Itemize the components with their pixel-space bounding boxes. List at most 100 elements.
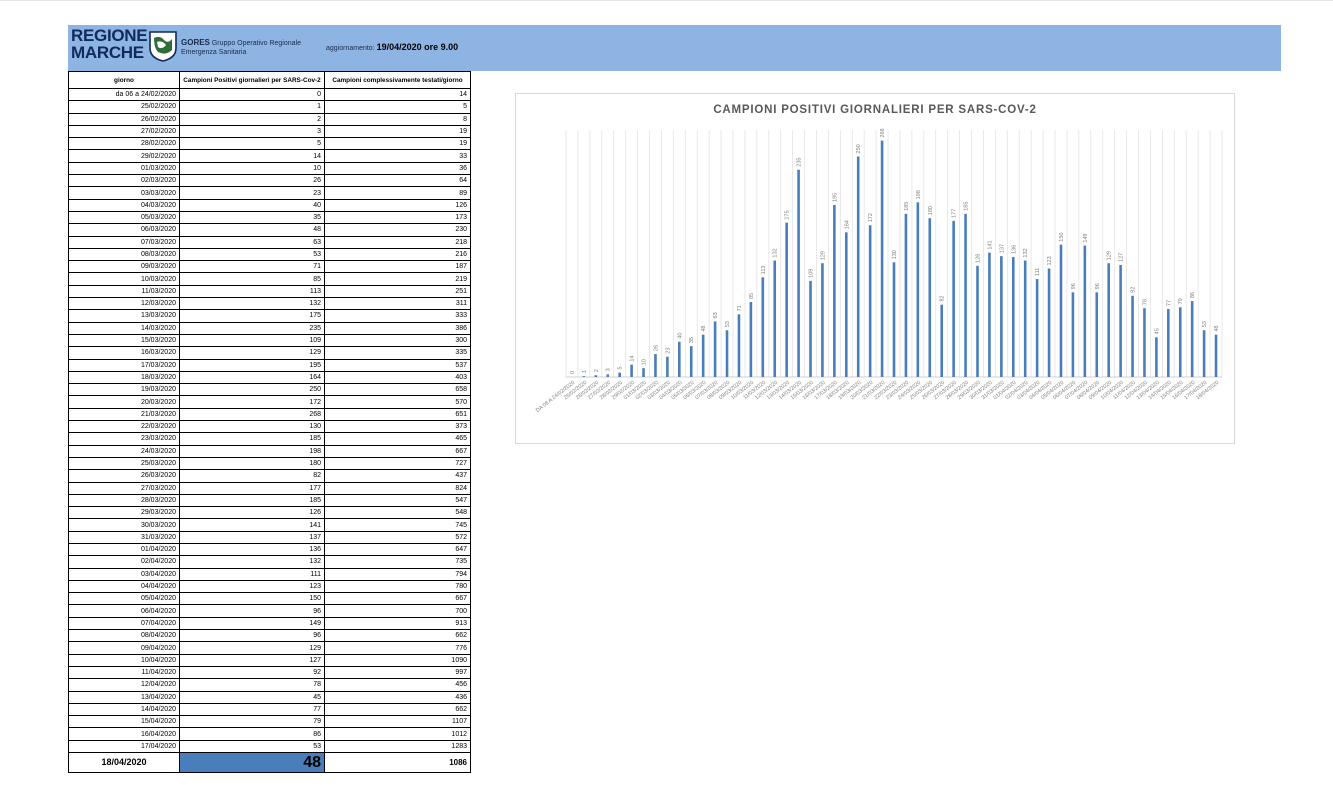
cell-giorno: 03/04/2020 [68, 567, 180, 581]
cell-giorno: 05/04/2020 [68, 592, 180, 606]
table-row: 23/03/2020 185 465 [68, 432, 471, 446]
chart-bar [1035, 279, 1039, 377]
cell-giorno: 16/04/2020 [68, 727, 180, 741]
table-row: 16/04/2020 86 1012 [68, 727, 471, 741]
chart-bar [1190, 301, 1194, 377]
data-label: 40 [677, 333, 683, 339]
chart-bar [797, 169, 800, 377]
cell-giorno: 22/03/2020 [68, 420, 180, 434]
cell-positivi: 172 [179, 395, 325, 409]
cell-testati: 386 [324, 321, 471, 335]
chart-bar [785, 222, 788, 377]
table-row: 04/03/2020 40 126 [68, 198, 471, 212]
data-label: 92 [1131, 287, 1137, 293]
chart-bar [1059, 244, 1063, 377]
chart-bar [809, 280, 812, 377]
cell-giorno: 14/03/2020 [68, 321, 180, 335]
data-label: 5 [618, 367, 624, 370]
table-row: 11/04/2020 92 997 [68, 665, 471, 680]
cell-testati: 8 [324, 112, 471, 126]
cell-giorno: 27/03/2020 [68, 481, 180, 495]
data-label: 195 [832, 193, 838, 202]
data-table: giorno Campioni Positivi giornalieri per… [68, 71, 471, 774]
table-row: 16/03/2020 129 335 [68, 346, 471, 360]
top-divider [0, 0, 1333, 1]
cell-giorno: 30/03/2020 [68, 518, 180, 532]
table-row: 06/04/2020 96 700 [68, 604, 471, 618]
cell-giorno: 15/03/2020 [68, 333, 180, 348]
cell-positivi: 3 [179, 124, 325, 139]
cell-giorno: 08/04/2020 [68, 629, 180, 643]
data-label: 3 [606, 368, 612, 371]
cell-positivi: 77 [179, 702, 325, 717]
table-row: 01/04/2020 136 647 [68, 542, 471, 557]
data-label: 132 [1023, 248, 1029, 257]
chart-bar [1083, 245, 1087, 377]
table-row: 08/03/2020 53 216 [68, 247, 471, 262]
cell-positivi: 92 [179, 665, 325, 680]
cell-testati: 89 [324, 186, 471, 200]
table-row: da 06 a 24/02/2020 0 14 [68, 87, 471, 102]
cell-giorno: 17/03/2020 [68, 358, 180, 372]
cell-giorno: 04/04/2020 [68, 579, 180, 594]
cell-giorno: 02/03/2020 [68, 174, 180, 188]
cell-giorno: 06/03/2020 [68, 223, 180, 237]
table-row: 12/04/2020 78 456 [68, 678, 471, 692]
cell-giorno: 13/03/2020 [68, 309, 180, 323]
data-label: 250 [856, 144, 862, 153]
cell-testati: 735 [324, 555, 471, 569]
cell-testati: 216 [324, 247, 471, 262]
data-label: 177 [952, 209, 958, 218]
cell-testati: 745 [324, 518, 471, 532]
data-label: 1 [582, 370, 588, 373]
data-label: 63 [713, 312, 719, 318]
chart-bar [1131, 295, 1134, 377]
cell-testati: 456 [324, 678, 471, 692]
gores-acronym: GORES [181, 38, 210, 47]
cell-giorno: 29/03/2020 [68, 506, 180, 520]
cell-positivi: 149 [179, 616, 325, 631]
cell-positivi: 23 [179, 186, 325, 200]
data-label: 2 [594, 369, 600, 372]
data-label: 85 [749, 293, 755, 299]
cell-positivi: 96 [179, 604, 325, 618]
cell-positivi: 195 [179, 358, 325, 372]
table-row: 10/03/2020 85 219 [68, 272, 471, 286]
cell-positivi: 123 [179, 579, 325, 594]
logo-line-1: REGIONE [71, 26, 148, 45]
data-label: 175 [785, 210, 791, 219]
cell-positivi: 130 [179, 420, 325, 434]
chart-bar [964, 213, 967, 377]
cell-testati: 667 [324, 444, 471, 458]
data-label: 137 [999, 244, 1005, 253]
cell-giorno: 25/02/2020 [68, 100, 180, 114]
data-label: 235 [797, 158, 803, 167]
data-label: 96 [1071, 283, 1077, 289]
cell-testati: 187 [324, 260, 471, 274]
table-row: 27/02/2020 3 19 [68, 124, 471, 139]
cell-giorno: 16/03/2020 [68, 346, 180, 360]
cell-testati: 230 [324, 223, 471, 237]
data-label: 53 [1202, 321, 1208, 327]
cell-testati: 647 [324, 542, 471, 557]
cell-positivi: 164 [179, 370, 325, 385]
table-row: 10/04/2020 127 1090 [68, 653, 471, 667]
cell-giorno: 07/04/2020 [68, 616, 180, 631]
cell-testati: 300 [324, 333, 471, 348]
cell-testati: 33 [324, 149, 471, 163]
cell-testati: 913 [324, 616, 471, 631]
cell-testati: 219 [324, 272, 471, 286]
chart-bar [952, 220, 955, 377]
cell-positivi: 79 [179, 715, 325, 729]
chart-bar [642, 368, 645, 377]
cell-testati: 403 [324, 370, 471, 385]
cell-testati: 19 [324, 124, 471, 139]
table-row: 15/04/2020 79 1107 [68, 715, 471, 729]
cell-positivi: 71 [179, 260, 325, 274]
cell-testati: 658 [324, 383, 471, 397]
cell-testati: 1012 [324, 727, 471, 741]
table-row: 26/02/2020 2 8 [68, 112, 471, 126]
chart-bar [582, 376, 586, 377]
chart-bar [976, 265, 979, 377]
cell-testati: 572 [324, 530, 471, 544]
